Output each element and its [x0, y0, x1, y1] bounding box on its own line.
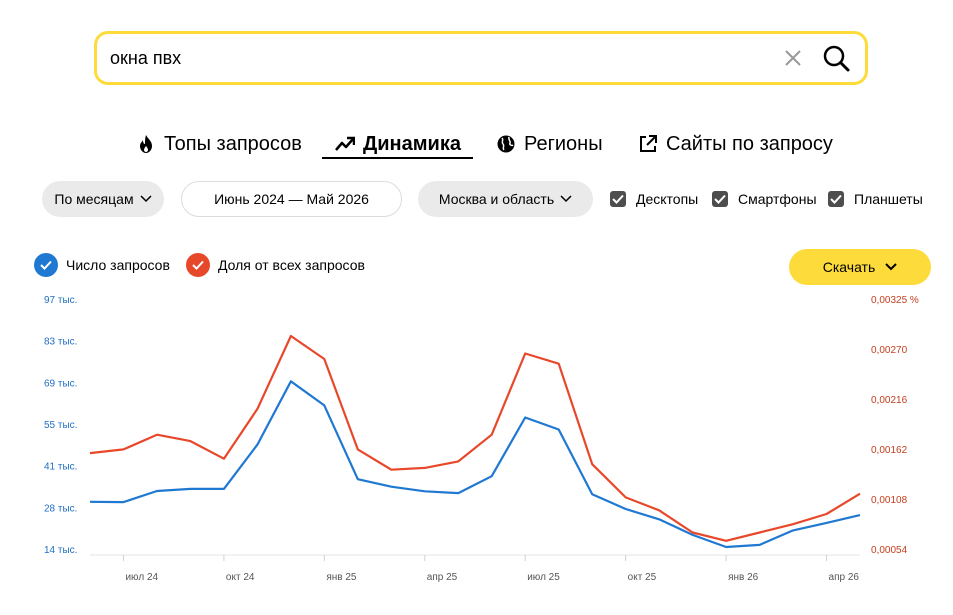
external-link-icon — [640, 135, 657, 152]
x-axis-tick-label: июл 24 — [125, 572, 158, 583]
x-axis-tick-label: июл 25 — [527, 572, 560, 583]
region-label: Москва и область — [438, 191, 555, 207]
right-axis-tick-label: 0,00325 % — [871, 295, 919, 306]
filters-bar: По месяцам Июнь 2024 — Май 2026 Москва и… — [0, 181, 953, 217]
search-box — [94, 31, 868, 85]
chevron-down-icon — [560, 195, 572, 203]
checkmark-icon — [610, 191, 626, 207]
right-axis-tick-label: 0,00270 — [871, 345, 908, 356]
right-axis-tick-label: 0,00162 — [871, 445, 908, 456]
right-axis-tick-label: 0,00216 — [871, 395, 908, 406]
chevron-down-icon — [885, 263, 897, 271]
x-axis-tick-label: янв 25 — [326, 572, 357, 583]
left-axis-tick-label: 55 тыс. — [44, 420, 77, 431]
right-axis-tick-label: 0,00054 — [871, 545, 908, 556]
right-axis-tick-label: 0,00108 — [871, 495, 908, 506]
checkbox-label: Десктопы — [636, 191, 699, 207]
active-tab-indicator — [322, 157, 473, 159]
requests-series-line — [89, 380, 861, 549]
tab-label: Регионы — [524, 132, 603, 155]
region-dropdown[interactable]: Москва и область — [418, 181, 593, 217]
checkbox-smartphones[interactable]: Смартфоны — [712, 191, 817, 207]
left-axis-tick-label: 97 тыс. — [44, 295, 77, 306]
legend-label: Доля от всех запросов — [218, 257, 365, 273]
checkbox-desktops[interactable]: Десктопы — [610, 191, 698, 207]
tab-label: Динамика — [363, 132, 461, 155]
chevron-down-icon — [140, 195, 152, 203]
tab-label: Сайты по запросу — [666, 132, 833, 155]
tab-sites[interactable]: Сайты по запросу — [638, 128, 833, 160]
checkmark-icon — [712, 191, 728, 207]
tab-label: Топы запросов — [164, 132, 302, 155]
globe-icon — [497, 135, 515, 153]
legend-toggle-requests[interactable]: Число запросов — [34, 253, 170, 277]
period-grouping-label: По месяцам — [54, 191, 134, 207]
left-axis-tick-label: 83 тыс. — [44, 337, 77, 348]
period-grouping-dropdown[interactable]: По месяцам — [42, 181, 164, 217]
left-axis-tick-label: 41 тыс. — [44, 462, 77, 473]
search-input[interactable] — [97, 46, 781, 70]
x-axis-tick-label: апр 25 — [427, 572, 458, 583]
line-chart: 97 тыс. 83 тыс. 69 тыс. 55 тыс. 41 тыс. 28 ты… — [44, 295, 919, 583]
download-button[interactable]: Скачать — [789, 249, 931, 285]
checkbox-label: Смартфоны — [738, 191, 817, 207]
date-range-label: Июнь 2024 — Май 2026 — [214, 191, 369, 207]
x-axis-tick-label: окт 24 — [226, 572, 255, 583]
fire-icon — [140, 135, 152, 153]
x-axis-tick-label: янв 26 — [728, 572, 759, 583]
clear-icon[interactable] — [781, 46, 805, 70]
checkbox-label: Планшеты — [854, 191, 923, 207]
trend-up-icon — [335, 136, 355, 151]
share-series-line — [89, 334, 861, 542]
checkmark-icon — [828, 191, 844, 207]
tab-dynamics[interactable]: Динамика — [335, 128, 461, 160]
x-axis-tick-label: окт 25 — [628, 572, 657, 583]
x-axis-tick-label: апр 26 — [829, 572, 860, 583]
left-axis-tick-label: 14 тыс. — [44, 545, 77, 556]
left-axis-tick-label: 28 тыс. — [44, 503, 77, 514]
tab-top-queries[interactable]: Топы запросов — [136, 128, 302, 160]
download-label: Скачать — [822, 259, 876, 275]
search-icon[interactable] — [821, 43, 851, 73]
check-circle-icon — [34, 253, 58, 277]
checkbox-tablets[interactable]: Планшеты — [828, 191, 923, 207]
legend-toggle-share[interactable]: Доля от всех запросов — [186, 253, 365, 277]
legend-label: Число запросов — [66, 257, 170, 273]
tabs-bar: Топы запросов Динамика Регионы Сайты по … — [0, 128, 953, 168]
date-range-picker[interactable]: Июнь 2024 — Май 2026 — [181, 181, 402, 217]
check-circle-icon — [186, 253, 210, 277]
left-axis-tick-label: 69 тыс. — [44, 378, 77, 389]
tab-regions[interactable]: Регионы — [496, 128, 603, 160]
